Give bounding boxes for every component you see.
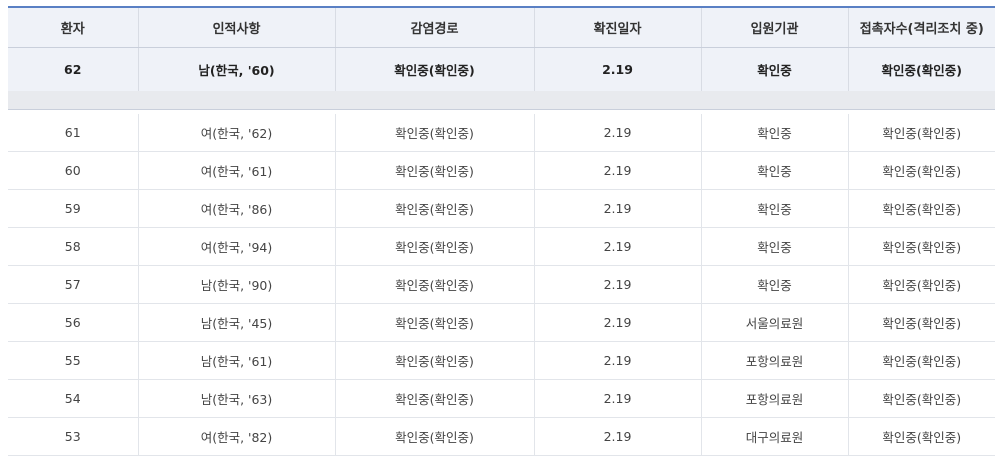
cell-patient: 56	[8, 303, 138, 342]
cell-personal-info: 여(한국, '86)	[137, 189, 335, 228]
cell-infection-route: 확인중(확인중)	[334, 303, 534, 342]
cell-personal-info: 남(한국, '60)	[137, 47, 335, 91]
cell-confirmed-date: 2.19	[533, 341, 701, 380]
table-row: 54 남(한국, '63) 확인중(확인중) 2.19 포항의료원 확인중(확인중)	[8, 379, 995, 418]
cell-contacts: 확인중(확인중)	[847, 303, 995, 342]
cell-patient: 55	[8, 341, 138, 380]
cell-infection-route: 확인중(확인중)	[334, 189, 534, 228]
cell-infection-route: 확인중(확인중)	[334, 151, 534, 190]
cell-personal-info: 남(한국, '61)	[137, 341, 335, 380]
patient-table-container: 환자 인적사항 감염경로 확진일자 입원기관 접촉자수(격리조치 중) 62 남…	[8, 6, 995, 456]
cell-hospital: 서울의료원	[700, 303, 848, 342]
cell-hospital: 확인중	[700, 227, 848, 266]
cell-patient: 59	[8, 189, 138, 228]
header-confirmed-date: 확진일자	[533, 6, 701, 48]
cell-personal-info: 남(한국, '45)	[137, 303, 335, 342]
table-row: 55 남(한국, '61) 확인중(확인중) 2.19 포항의료원 확인중(확인중)	[8, 341, 995, 380]
table-row: 53 여(한국, '82) 확인중(확인중) 2.19 대구의료원 확인중(확인중)	[8, 417, 995, 456]
cell-patient: 54	[8, 379, 138, 418]
cell-infection-route: 확인중(확인중)	[334, 265, 534, 304]
header-infection-route: 감염경로	[334, 6, 534, 48]
cell-personal-info: 여(한국, '62)	[137, 113, 335, 152]
table-header-row: 환자 인적사항 감염경로 확진일자 입원기관 접촉자수(격리조치 중)	[8, 6, 995, 48]
table-row: 60 여(한국, '61) 확인중(확인중) 2.19 확인중 확인중(확인중)	[8, 151, 995, 190]
cell-contacts: 확인중(확인중)	[847, 113, 995, 152]
cell-confirmed-date: 2.19	[533, 417, 701, 456]
cell-patient: 53	[8, 417, 138, 456]
header-personal-info: 인적사항	[137, 6, 335, 48]
cell-contacts: 확인중(확인중)	[847, 151, 995, 190]
table-row: 59 여(한국, '86) 확인중(확인중) 2.19 확인중 확인중(확인중)	[8, 189, 995, 228]
cell-contacts: 확인중(확인중)	[847, 189, 995, 228]
cell-contacts: 확인중(확인중)	[847, 379, 995, 418]
cell-hospital: 확인중	[700, 113, 848, 152]
cell-personal-info: 여(한국, '94)	[137, 227, 335, 266]
cell-infection-route: 확인중(확인중)	[334, 417, 534, 456]
cell-personal-info: 여(한국, '82)	[137, 417, 335, 456]
cell-infection-route: 확인중(확인중)	[334, 113, 534, 152]
cell-confirmed-date: 2.19	[533, 47, 701, 91]
cell-patient: 57	[8, 265, 138, 304]
cell-contacts: 확인중(확인중)	[847, 47, 995, 91]
header-contacts: 접촉자수(격리조치 중)	[847, 6, 995, 48]
cell-contacts: 확인중(확인중)	[847, 417, 995, 456]
cell-contacts: 확인중(확인중)	[847, 265, 995, 304]
detail-spacer-row	[8, 90, 995, 110]
table-row: 58 여(한국, '94) 확인중(확인중) 2.19 확인중 확인중(확인중)	[8, 227, 995, 266]
cell-confirmed-date: 2.19	[533, 303, 701, 342]
table-body: 61 여(한국, '62) 확인중(확인중) 2.19 확인중 확인중(확인중) 60 여(한…	[8, 113, 995, 456]
cell-confirmed-date: 2.19	[533, 189, 701, 228]
cell-patient: 58	[8, 227, 138, 266]
cell-infection-route: 확인중(확인중)	[334, 341, 534, 380]
patient-table: 환자 인적사항 감염경로 확진일자 입원기관 접촉자수(격리조치 중) 62 남…	[8, 6, 995, 456]
cell-hospital: 대구의료원	[700, 417, 848, 456]
cell-confirmed-date: 2.19	[533, 379, 701, 418]
cell-patient: 62	[8, 47, 138, 91]
header-hospital: 입원기관	[700, 6, 848, 48]
highlighted-table-row: 62 남(한국, '60) 확인중(확인중) 2.19 확인중 확인중(확인중)	[8, 47, 995, 91]
cell-hospital: 확인중	[700, 47, 848, 91]
cell-contacts: 확인중(확인중)	[847, 227, 995, 266]
cell-personal-info: 여(한국, '61)	[137, 151, 335, 190]
table-row: 61 여(한국, '62) 확인중(확인중) 2.19 확인중 확인중(확인중)	[8, 113, 995, 152]
cell-confirmed-date: 2.19	[533, 227, 701, 266]
cell-hospital: 확인중	[700, 189, 848, 228]
cell-patient: 61	[8, 113, 138, 152]
cell-infection-route: 확인중(확인중)	[334, 47, 534, 91]
cell-patient: 60	[8, 151, 138, 190]
cell-infection-route: 확인중(확인중)	[334, 227, 534, 266]
cell-confirmed-date: 2.19	[533, 113, 701, 152]
cell-hospital: 확인중	[700, 151, 848, 190]
cell-hospital: 포항의료원	[700, 379, 848, 418]
cell-hospital: 포항의료원	[700, 341, 848, 380]
cell-infection-route: 확인중(확인중)	[334, 379, 534, 418]
table-row: 57 남(한국, '90) 확인중(확인중) 2.19 확인중 확인중(확인중)	[8, 265, 995, 304]
header-patient: 환자	[8, 6, 138, 48]
detail-spacer-cell	[8, 90, 995, 110]
table-row: 56 남(한국, '45) 확인중(확인중) 2.19 서울의료원 확인중(확인중)	[8, 303, 995, 342]
cell-contacts: 확인중(확인중)	[847, 341, 995, 380]
cell-personal-info: 남(한국, '90)	[137, 265, 335, 304]
cell-confirmed-date: 2.19	[533, 265, 701, 304]
cell-personal-info: 남(한국, '63)	[137, 379, 335, 418]
cell-hospital: 확인중	[700, 265, 848, 304]
cell-confirmed-date: 2.19	[533, 151, 701, 190]
